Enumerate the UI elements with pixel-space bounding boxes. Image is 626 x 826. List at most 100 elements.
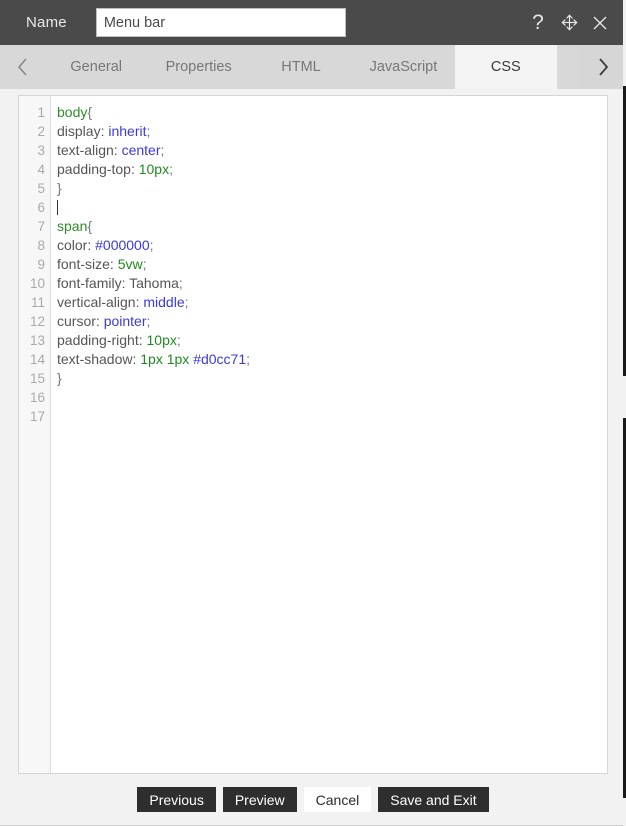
chevron-left-icon[interactable] [0,45,45,89]
code-line: color: #000000; [57,236,607,255]
code-token-prop: text-align: [57,142,122,158]
code-token-punc: ; [184,294,189,310]
code-line: padding-top: 10px; [57,160,607,179]
dialog-window: Name ? [0,0,626,826]
move-icon[interactable] [559,11,579,35]
line-number-gutter: 1 2 3 4 5 6 7 8 9 10 11 12 13 14 15 16 17 [19,96,51,773]
line-number: 6 [37,200,45,215]
line-number: 2 [37,124,45,139]
code-line: } [57,179,607,198]
dialog-footer: Previous Preview Cancel Save and Exit [0,774,626,826]
code-line: } [57,369,607,388]
code-token-num: 10px [146,332,177,348]
line-number: 4 [37,162,45,177]
code-editor[interactable]: 1 2 3 4 5 6 7 8 9 10 11 12 13 14 15 16 17 body{display: … [18,95,608,774]
line-number: 9 [37,257,45,272]
text-cursor [57,200,58,215]
code-token-punc: ; [246,351,251,367]
code-line: cursor: pointer; [57,312,607,331]
tab-javascript-label: JavaScript [369,59,438,75]
chevron-right-icon[interactable] [579,45,626,89]
name-field-label: Name [26,14,67,31]
line-number: 13 [29,333,45,348]
code-token-prop: font-size: [57,256,118,272]
close-icon[interactable] [590,11,610,35]
line-number: 16 [29,390,45,405]
code-token-punc: ; [176,332,181,348]
code-line: font-size: 5vw; [57,255,607,274]
code-token-prop: text-shadow: [57,351,141,367]
code-area[interactable]: body{display: inherit; text-align: center… [51,96,607,773]
code-line: padding-right: 10px; [57,331,607,350]
code-token-punc: } [57,370,62,386]
code-token-punc: ; [146,123,151,139]
tab-general[interactable]: General [45,45,148,89]
tab-list: General Properties HTML JavaScript CSS [45,45,558,89]
code-token-val: center [121,142,161,158]
code-line [57,198,607,217]
code-token-prop: cursor: [57,313,104,329]
code-token-val: #000000 [95,237,150,253]
line-number: 5 [37,181,45,196]
previous-button[interactable]: Previous [137,787,216,812]
code-token-punc: { [87,104,93,120]
line-number: 8 [37,238,45,253]
code-token-val: #d0cc71 [193,351,247,367]
code-token-plain: Tahoma [129,275,179,291]
code-token-prop: font-family: [57,275,130,291]
code-token-punc: { [87,218,93,234]
tab-javascript[interactable]: JavaScript [352,45,455,89]
code-token-prop: display: [57,123,109,139]
code-token-punc: } [57,180,62,196]
code-line: font-family: Tahoma; [57,274,607,293]
code-token-num: 5vw [117,256,143,272]
code-token-num: 10px [138,161,170,177]
code-token-sel: body [57,104,88,120]
code-token-punc: ; [142,256,147,272]
line-number: 3 [37,143,45,158]
tab-general-label: General [70,59,122,75]
tab-properties[interactable]: Properties [147,45,250,89]
dialog-titlebar: Name ? [0,0,626,45]
code-editor-container: 1 2 3 4 5 6 7 8 9 10 11 12 13 14 15 16 17 body{display: … [0,89,626,774]
code-line: display: inherit; [57,122,607,141]
save-and-exit-button[interactable]: Save and Exit [378,787,489,812]
code-token-prop: padding-right: [57,332,147,348]
line-number: 12 [29,314,45,329]
line-number: 17 [29,409,45,424]
code-token-prop: padding-top: [57,161,139,177]
editor-scrollbar[interactable] [602,97,606,772]
line-number: 14 [29,352,45,367]
code-token-punc: ; [149,237,154,253]
code-token-prop: color: [57,237,96,253]
code-token-sel: span [57,218,88,234]
tab-bar: General Properties HTML JavaScript CSS [0,45,626,89]
tab-css[interactable]: CSS [454,45,558,89]
code-token-punc: ; [169,161,173,177]
tab-bar-spacer [557,45,579,89]
preview-button[interactable]: Preview [222,787,297,812]
tab-properties-label: Properties [165,59,232,75]
tab-html[interactable]: HTML [249,45,353,89]
name-input[interactable] [95,8,346,37]
code-token-num: 1px 1px [140,351,194,367]
code-token-val: middle [143,294,185,310]
code-token-prop: vertical-align: [57,294,144,310]
line-number: 15 [29,371,45,386]
code-token-val: pointer [103,313,147,329]
code-token-punc: ; [160,142,165,158]
code-line: text-align: center; [57,141,607,160]
tab-css-label: CSS [490,59,521,75]
line-number: 7 [37,219,45,234]
help-icon[interactable]: ? [528,11,548,35]
code-token-punc: ; [146,313,151,329]
line-number: 1 [37,105,45,120]
cancel-button[interactable]: Cancel [303,787,372,812]
code-line: span{ [57,217,607,236]
line-number: 10 [29,276,45,291]
code-line: text-shadow: 1px 1px #d0cc71; [57,350,607,369]
code-line: body{ [57,103,607,122]
line-number: 11 [30,295,45,310]
